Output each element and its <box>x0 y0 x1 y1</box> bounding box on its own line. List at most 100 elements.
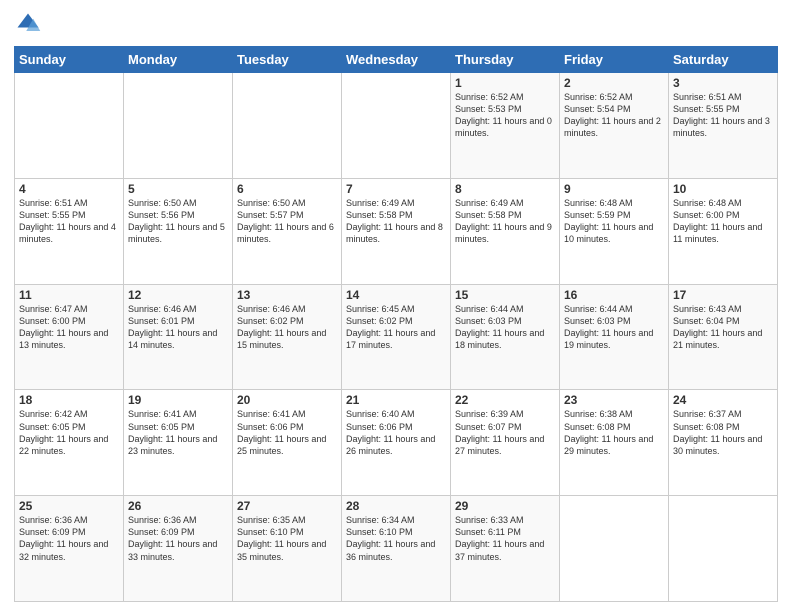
day-info: Sunrise: 6:36 AM Sunset: 6:09 PM Dayligh… <box>128 514 228 563</box>
day-info: Sunrise: 6:50 AM Sunset: 5:56 PM Dayligh… <box>128 197 228 246</box>
calendar-cell <box>669 496 778 602</box>
day-info: Sunrise: 6:37 AM Sunset: 6:08 PM Dayligh… <box>673 408 773 457</box>
day-number: 8 <box>455 182 555 196</box>
calendar-cell: 9Sunrise: 6:48 AM Sunset: 5:59 PM Daylig… <box>560 178 669 284</box>
col-header-wednesday: Wednesday <box>342 47 451 73</box>
day-number: 7 <box>346 182 446 196</box>
day-number: 11 <box>19 288 119 302</box>
calendar-cell: 27Sunrise: 6:35 AM Sunset: 6:10 PM Dayli… <box>233 496 342 602</box>
day-info: Sunrise: 6:41 AM Sunset: 6:06 PM Dayligh… <box>237 408 337 457</box>
day-number: 16 <box>564 288 664 302</box>
day-info: Sunrise: 6:51 AM Sunset: 5:55 PM Dayligh… <box>19 197 119 246</box>
day-info: Sunrise: 6:43 AM Sunset: 6:04 PM Dayligh… <box>673 303 773 352</box>
day-number: 5 <box>128 182 228 196</box>
day-info: Sunrise: 6:52 AM Sunset: 5:54 PM Dayligh… <box>564 91 664 140</box>
calendar-cell: 4Sunrise: 6:51 AM Sunset: 5:55 PM Daylig… <box>15 178 124 284</box>
day-info: Sunrise: 6:51 AM Sunset: 5:55 PM Dayligh… <box>673 91 773 140</box>
calendar-cell <box>233 73 342 179</box>
calendar-cell: 28Sunrise: 6:34 AM Sunset: 6:10 PM Dayli… <box>342 496 451 602</box>
header-row: SundayMondayTuesdayWednesdayThursdayFrid… <box>15 47 778 73</box>
calendar-cell: 20Sunrise: 6:41 AM Sunset: 6:06 PM Dayli… <box>233 390 342 496</box>
calendar-cell: 10Sunrise: 6:48 AM Sunset: 6:00 PM Dayli… <box>669 178 778 284</box>
day-number: 9 <box>564 182 664 196</box>
calendar-cell: 2Sunrise: 6:52 AM Sunset: 5:54 PM Daylig… <box>560 73 669 179</box>
calendar-table: SundayMondayTuesdayWednesdayThursdayFrid… <box>14 46 778 602</box>
calendar-week-2: 4Sunrise: 6:51 AM Sunset: 5:55 PM Daylig… <box>15 178 778 284</box>
day-number: 20 <box>237 393 337 407</box>
calendar-week-3: 11Sunrise: 6:47 AM Sunset: 6:00 PM Dayli… <box>15 284 778 390</box>
day-number: 6 <box>237 182 337 196</box>
calendar-cell: 23Sunrise: 6:38 AM Sunset: 6:08 PM Dayli… <box>560 390 669 496</box>
calendar-cell: 6Sunrise: 6:50 AM Sunset: 5:57 PM Daylig… <box>233 178 342 284</box>
calendar-cell: 29Sunrise: 6:33 AM Sunset: 6:11 PM Dayli… <box>451 496 560 602</box>
day-number: 14 <box>346 288 446 302</box>
day-number: 10 <box>673 182 773 196</box>
day-info: Sunrise: 6:49 AM Sunset: 5:58 PM Dayligh… <box>346 197 446 246</box>
day-info: Sunrise: 6:52 AM Sunset: 5:53 PM Dayligh… <box>455 91 555 140</box>
col-header-monday: Monday <box>124 47 233 73</box>
calendar-cell <box>342 73 451 179</box>
day-number: 3 <box>673 76 773 90</box>
calendar-cell: 12Sunrise: 6:46 AM Sunset: 6:01 PM Dayli… <box>124 284 233 390</box>
header <box>14 10 778 38</box>
logo <box>14 10 46 38</box>
day-info: Sunrise: 6:39 AM Sunset: 6:07 PM Dayligh… <box>455 408 555 457</box>
calendar-cell: 3Sunrise: 6:51 AM Sunset: 5:55 PM Daylig… <box>669 73 778 179</box>
calendar-cell: 11Sunrise: 6:47 AM Sunset: 6:00 PM Dayli… <box>15 284 124 390</box>
calendar-cell: 26Sunrise: 6:36 AM Sunset: 6:09 PM Dayli… <box>124 496 233 602</box>
calendar-cell: 1Sunrise: 6:52 AM Sunset: 5:53 PM Daylig… <box>451 73 560 179</box>
calendar-cell: 16Sunrise: 6:44 AM Sunset: 6:03 PM Dayli… <box>560 284 669 390</box>
col-header-thursday: Thursday <box>451 47 560 73</box>
day-number: 22 <box>455 393 555 407</box>
day-number: 17 <box>673 288 773 302</box>
day-number: 27 <box>237 499 337 513</box>
calendar-cell: 19Sunrise: 6:41 AM Sunset: 6:05 PM Dayli… <box>124 390 233 496</box>
day-info: Sunrise: 6:35 AM Sunset: 6:10 PM Dayligh… <box>237 514 337 563</box>
page: SundayMondayTuesdayWednesdayThursdayFrid… <box>0 0 792 612</box>
day-info: Sunrise: 6:48 AM Sunset: 5:59 PM Dayligh… <box>564 197 664 246</box>
day-number: 19 <box>128 393 228 407</box>
logo-icon <box>14 10 42 38</box>
day-info: Sunrise: 6:33 AM Sunset: 6:11 PM Dayligh… <box>455 514 555 563</box>
calendar-week-1: 1Sunrise: 6:52 AM Sunset: 5:53 PM Daylig… <box>15 73 778 179</box>
calendar-cell: 17Sunrise: 6:43 AM Sunset: 6:04 PM Dayli… <box>669 284 778 390</box>
day-number: 26 <box>128 499 228 513</box>
day-number: 28 <box>346 499 446 513</box>
col-header-friday: Friday <box>560 47 669 73</box>
calendar-week-4: 18Sunrise: 6:42 AM Sunset: 6:05 PM Dayli… <box>15 390 778 496</box>
day-info: Sunrise: 6:41 AM Sunset: 6:05 PM Dayligh… <box>128 408 228 457</box>
calendar-cell <box>124 73 233 179</box>
day-number: 1 <box>455 76 555 90</box>
day-info: Sunrise: 6:44 AM Sunset: 6:03 PM Dayligh… <box>564 303 664 352</box>
day-info: Sunrise: 6:40 AM Sunset: 6:06 PM Dayligh… <box>346 408 446 457</box>
day-info: Sunrise: 6:38 AM Sunset: 6:08 PM Dayligh… <box>564 408 664 457</box>
calendar-week-5: 25 Sunrise: 6:36 AM Sunset: 6:09 PM Dayli… <box>15 496 778 602</box>
calendar-cell: 5Sunrise: 6:50 AM Sunset: 5:56 PM Daylig… <box>124 178 233 284</box>
calendar-header: SundayMondayTuesdayWednesdayThursdayFrid… <box>15 47 778 73</box>
day-number: 21 <box>346 393 446 407</box>
day-info: Sunrise: 6:49 AM Sunset: 5:58 PM Dayligh… <box>455 197 555 246</box>
day-number: 12 <box>128 288 228 302</box>
day-number: 15 <box>455 288 555 302</box>
calendar-cell <box>15 73 124 179</box>
calendar-cell: 14Sunrise: 6:45 AM Sunset: 6:02 PM Dayli… <box>342 284 451 390</box>
day-info: Sunrise: 6:48 AM Sunset: 6:00 PM Dayligh… <box>673 197 773 246</box>
day-number: 23 <box>564 393 664 407</box>
calendar-cell: 22Sunrise: 6:39 AM Sunset: 6:07 PM Dayli… <box>451 390 560 496</box>
calendar-cell: 13Sunrise: 6:46 AM Sunset: 6:02 PM Dayli… <box>233 284 342 390</box>
day-number: 29 <box>455 499 555 513</box>
calendar-cell: 21Sunrise: 6:40 AM Sunset: 6:06 PM Dayli… <box>342 390 451 496</box>
calendar-cell: 8Sunrise: 6:49 AM Sunset: 5:58 PM Daylig… <box>451 178 560 284</box>
day-info: Sunrise: 6:34 AM Sunset: 6:10 PM Dayligh… <box>346 514 446 563</box>
calendar-body: 1Sunrise: 6:52 AM Sunset: 5:53 PM Daylig… <box>15 73 778 602</box>
calendar-cell: 18Sunrise: 6:42 AM Sunset: 6:05 PM Dayli… <box>15 390 124 496</box>
day-number: 13 <box>237 288 337 302</box>
calendar-cell: 7Sunrise: 6:49 AM Sunset: 5:58 PM Daylig… <box>342 178 451 284</box>
day-number: 25 <box>19 499 119 513</box>
day-info: Sunrise: 6:46 AM Sunset: 6:02 PM Dayligh… <box>237 303 337 352</box>
calendar-cell <box>560 496 669 602</box>
day-number: 4 <box>19 182 119 196</box>
day-info: Sunrise: 6:42 AM Sunset: 6:05 PM Dayligh… <box>19 408 119 457</box>
day-info: Sunrise: 6:45 AM Sunset: 6:02 PM Dayligh… <box>346 303 446 352</box>
calendar-cell: 25Sunrise: 6:36 AM Sunset: 6:09 PM Dayli… <box>15 496 124 602</box>
